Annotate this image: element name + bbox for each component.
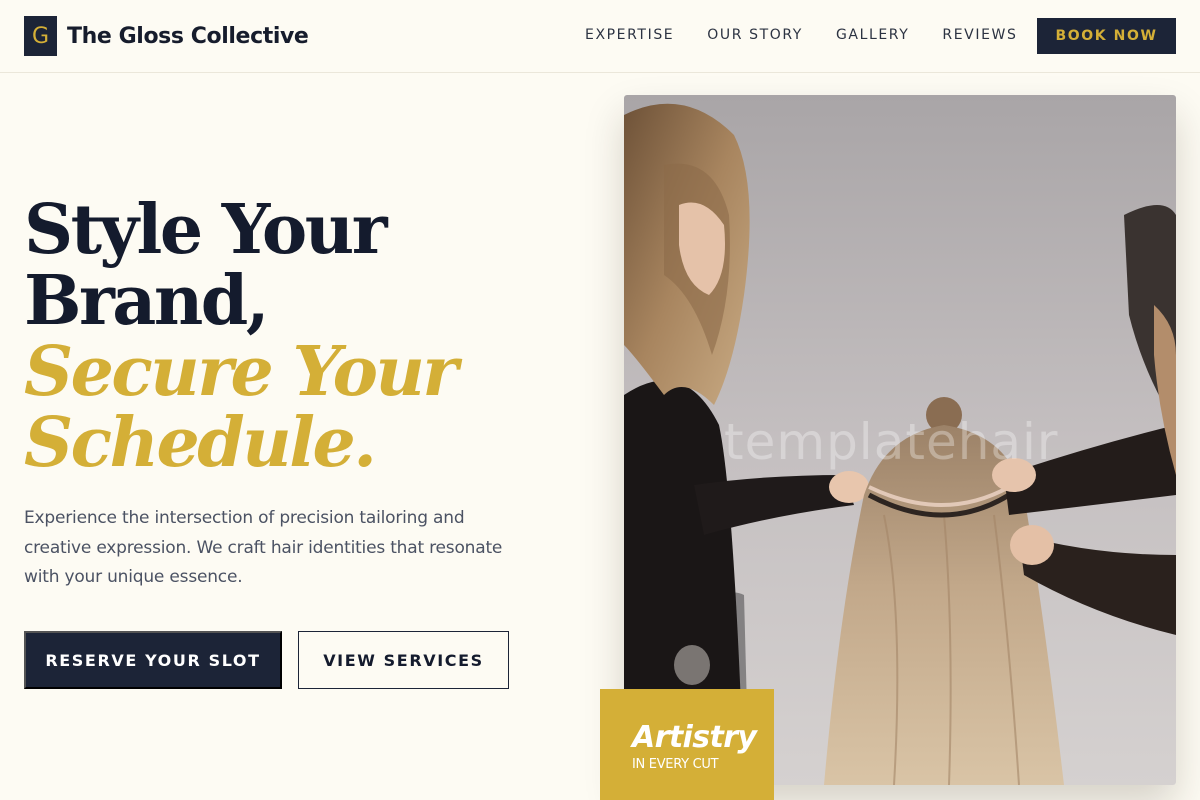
nav-item-expertise[interactable]: EXPERTISE — [585, 26, 674, 44]
hero-description: Experience the intersection of precision… — [24, 508, 503, 587]
view-services-button[interactable]: VIEW SERVICES — [298, 631, 509, 689]
badge-title: Artistry — [632, 720, 757, 755]
reserve-slot-button[interactable]: RESERVE YOUR SLOT — [24, 631, 282, 689]
logo-mark: G — [24, 16, 57, 56]
hero-headline: Style Your Brand, Secure Your Schedule. — [24, 195, 584, 479]
photo-watermark: templatehair — [724, 413, 1059, 471]
book-now-button[interactable]: BOOK NOW — [1037, 18, 1176, 54]
artistry-badge: Artistry IN EVERY CUT — [600, 689, 774, 800]
hero-photo: templatehair — [624, 95, 1176, 785]
nav-item-gallery[interactable]: GALLERY — [836, 26, 909, 44]
headline-line-3: Secure Your — [24, 332, 458, 412]
nav-item-reviews[interactable]: REVIEWS — [942, 26, 1017, 44]
brand-logo[interactable]: G The Gloss Collective — [24, 16, 309, 56]
site-header: G The Gloss Collective EXPERTISE OUR STO… — [0, 0, 1200, 73]
badge-subtitle: IN EVERY CUT — [632, 757, 719, 772]
nav-item-our-story[interactable]: OUR STORY — [707, 26, 803, 44]
headline-line-1: Style Your — [24, 190, 388, 270]
headline-line-2: Brand, — [24, 261, 270, 341]
brand-name: The Gloss Collective — [67, 23, 309, 49]
main-nav: EXPERTISE OUR STORY GALLERY REVIEWS — [585, 26, 1050, 44]
headline-line-4: Schedule. — [24, 403, 377, 483]
